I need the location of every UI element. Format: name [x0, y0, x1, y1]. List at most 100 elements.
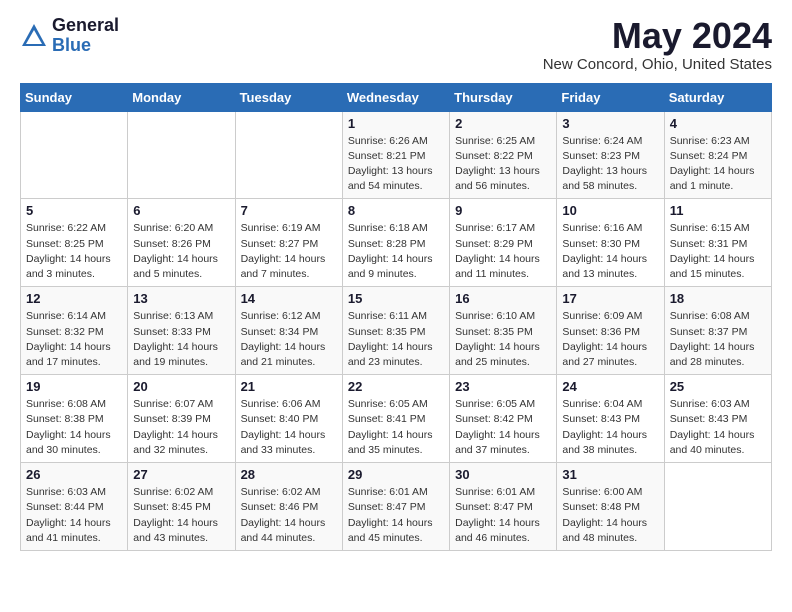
calendar-cell: 8 Sunrise: 6:18 AMSunset: 8:28 PMDaylight… [342, 199, 449, 287]
day-number: 16 [455, 291, 551, 306]
calendar-cell: 9 Sunrise: 6:17 AMSunset: 8:29 PMDaylight… [450, 199, 557, 287]
calendar-cell: 27 Sunrise: 6:02 AMSunset: 8:45 PMDayligh… [128, 463, 235, 551]
calendar-cell: 30 Sunrise: 6:01 AMSunset: 8:47 PMDayligh… [450, 463, 557, 551]
calendar-cell: 12 Sunrise: 6:14 AMSunset: 8:32 PMDayligh… [21, 287, 128, 375]
calendar-cell: 11Sunrise: 6:15 AMSunset: 8:31 PMDayligh… [664, 199, 771, 287]
calendar-cell: 23Sunrise: 6:05 AMSunset: 8:42 PMDayligh… [450, 375, 557, 463]
day-number: 3 [562, 116, 658, 131]
week-row-2: 5 Sunrise: 6:22 AMSunset: 8:25 PMDaylight… [21, 199, 772, 287]
logo-blue: Blue [52, 36, 119, 56]
calendar-table: SundayMondayTuesdayWednesdayThursdayFrid… [20, 83, 772, 551]
header-day-tuesday: Tuesday [235, 83, 342, 111]
day-number: 22 [348, 379, 444, 394]
logo: General Blue [20, 16, 119, 56]
cell-info: Sunrise: 6:01 AMSunset: 8:47 PMDaylight:… [455, 485, 551, 546]
day-number: 10 [562, 203, 658, 218]
day-number: 28 [241, 467, 337, 482]
cell-info: Sunrise: 6:03 AMSunset: 8:43 PMDaylight:… [670, 397, 766, 458]
cell-info: Sunrise: 6:25 AMSunset: 8:22 PMDaylight:… [455, 134, 551, 195]
cell-info: Sunrise: 6:02 AMSunset: 8:45 PMDaylight:… [133, 485, 229, 546]
day-number: 19 [26, 379, 122, 394]
cell-info: Sunrise: 6:18 AMSunset: 8:28 PMDaylight:… [348, 221, 444, 282]
day-number: 30 [455, 467, 551, 482]
day-number: 1 [348, 116, 444, 131]
week-row-3: 12 Sunrise: 6:14 AMSunset: 8:32 PMDayligh… [21, 287, 772, 375]
day-number: 17 [562, 291, 658, 306]
calendar-cell: 22 Sunrise: 6:05 AMSunset: 8:41 PMDayligh… [342, 375, 449, 463]
cell-info: Sunrise: 6:08 AMSunset: 8:37 PMDaylight:… [670, 309, 766, 370]
calendar-cell: 3 Sunrise: 6:24 AMSunset: 8:23 PMDaylight… [557, 111, 664, 199]
cell-info: Sunrise: 6:09 AMSunset: 8:36 PMDaylight:… [562, 309, 658, 370]
cell-info: Sunrise: 6:06 AMSunset: 8:40 PMDaylight:… [241, 397, 337, 458]
week-row-4: 19Sunrise: 6:08 AMSunset: 8:38 PMDayligh… [21, 375, 772, 463]
calendar-cell: 6Sunrise: 6:20 AMSunset: 8:26 PMDaylight… [128, 199, 235, 287]
day-number: 27 [133, 467, 229, 482]
day-number: 2 [455, 116, 551, 131]
header-day-thursday: Thursday [450, 83, 557, 111]
header-day-wednesday: Wednesday [342, 83, 449, 111]
calendar-cell: 19Sunrise: 6:08 AMSunset: 8:38 PMDayligh… [21, 375, 128, 463]
calendar-cell: 1 Sunrise: 6:26 AMSunset: 8:21 PMDaylight… [342, 111, 449, 199]
cell-info: Sunrise: 6:12 AMSunset: 8:34 PMDaylight:… [241, 309, 337, 370]
calendar-cell: 5 Sunrise: 6:22 AMSunset: 8:25 PMDaylight… [21, 199, 128, 287]
cell-info: Sunrise: 6:05 AMSunset: 8:42 PMDaylight:… [455, 397, 551, 458]
calendar-cell: 10 Sunrise: 6:16 AMSunset: 8:30 PMDayligh… [557, 199, 664, 287]
day-number: 4 [670, 116, 766, 131]
cell-info: Sunrise: 6:16 AMSunset: 8:30 PMDaylight:… [562, 221, 658, 282]
cell-info: Sunrise: 6:02 AMSunset: 8:46 PMDaylight:… [241, 485, 337, 546]
cell-info: Sunrise: 6:17 AMSunset: 8:29 PMDaylight:… [455, 221, 551, 282]
day-number: 29 [348, 467, 444, 482]
calendar-cell: 14Sunrise: 6:12 AMSunset: 8:34 PMDayligh… [235, 287, 342, 375]
day-number: 8 [348, 203, 444, 218]
cell-info: Sunrise: 6:10 AMSunset: 8:35 PMDaylight:… [455, 309, 551, 370]
cell-info: Sunrise: 6:22 AMSunset: 8:25 PMDaylight:… [26, 221, 122, 282]
cell-info: Sunrise: 6:14 AMSunset: 8:32 PMDaylight:… [26, 309, 122, 370]
page-header: General Blue May 2024 New Concord, Ohio,… [20, 16, 772, 73]
calendar-cell: 26 Sunrise: 6:03 AMSunset: 8:44 PMDayligh… [21, 463, 128, 551]
calendar-cell [664, 463, 771, 551]
calendar-cell: 16 Sunrise: 6:10 AMSunset: 8:35 PMDayligh… [450, 287, 557, 375]
calendar-cell [235, 111, 342, 199]
calendar-cell: 20Sunrise: 6:07 AMSunset: 8:39 PMDayligh… [128, 375, 235, 463]
calendar-cell: 17 Sunrise: 6:09 AMSunset: 8:36 PMDayligh… [557, 287, 664, 375]
cell-info: Sunrise: 6:01 AMSunset: 8:47 PMDaylight:… [348, 485, 444, 546]
cell-info: Sunrise: 6:23 AMSunset: 8:24 PMDaylight:… [670, 134, 766, 195]
day-number: 21 [241, 379, 337, 394]
day-number: 12 [26, 291, 122, 306]
calendar-cell: 25 Sunrise: 6:03 AMSunset: 8:43 PMDayligh… [664, 375, 771, 463]
cell-info: Sunrise: 6:03 AMSunset: 8:44 PMDaylight:… [26, 485, 122, 546]
day-number: 11 [670, 203, 766, 218]
calendar-cell: 4 Sunrise: 6:23 AMSunset: 8:24 PMDaylight… [664, 111, 771, 199]
location-title: New Concord, Ohio, United States [543, 56, 772, 73]
day-number: 5 [26, 203, 122, 218]
day-number: 26 [26, 467, 122, 482]
calendar-cell [21, 111, 128, 199]
header-row: SundayMondayTuesdayWednesdayThursdayFrid… [21, 83, 772, 111]
cell-info: Sunrise: 6:24 AMSunset: 8:23 PMDaylight:… [562, 134, 658, 195]
cell-info: Sunrise: 6:13 AMSunset: 8:33 PMDaylight:… [133, 309, 229, 370]
day-number: 18 [670, 291, 766, 306]
header-day-sunday: Sunday [21, 83, 128, 111]
calendar-cell: 18 Sunrise: 6:08 AMSunset: 8:37 PMDayligh… [664, 287, 771, 375]
cell-info: Sunrise: 6:26 AMSunset: 8:21 PMDaylight:… [348, 134, 444, 195]
day-number: 25 [670, 379, 766, 394]
calendar-cell: 28 Sunrise: 6:02 AMSunset: 8:46 PMDayligh… [235, 463, 342, 551]
cell-info: Sunrise: 6:05 AMSunset: 8:41 PMDaylight:… [348, 397, 444, 458]
cell-info: Sunrise: 6:07 AMSunset: 8:39 PMDaylight:… [133, 397, 229, 458]
calendar-cell: 2 Sunrise: 6:25 AMSunset: 8:22 PMDaylight… [450, 111, 557, 199]
calendar-cell: 15Sunrise: 6:11 AMSunset: 8:35 PMDayligh… [342, 287, 449, 375]
day-number: 9 [455, 203, 551, 218]
logo-text: General Blue [52, 16, 119, 56]
day-number: 24 [562, 379, 658, 394]
header-day-friday: Friday [557, 83, 664, 111]
week-row-1: 1 Sunrise: 6:26 AMSunset: 8:21 PMDaylight… [21, 111, 772, 199]
month-title: May 2024 [543, 16, 772, 56]
cell-info: Sunrise: 6:04 AMSunset: 8:43 PMDaylight:… [562, 397, 658, 458]
cell-info: Sunrise: 6:20 AMSunset: 8:26 PMDaylight:… [133, 221, 229, 282]
calendar-cell: 29 Sunrise: 6:01 AMSunset: 8:47 PMDayligh… [342, 463, 449, 551]
calendar-cell: 13 Sunrise: 6:13 AMSunset: 8:33 PMDayligh… [128, 287, 235, 375]
header-day-monday: Monday [128, 83, 235, 111]
day-number: 13 [133, 291, 229, 306]
calendar-cell: 31Sunrise: 6:00 AMSunset: 8:48 PMDayligh… [557, 463, 664, 551]
day-number: 7 [241, 203, 337, 218]
